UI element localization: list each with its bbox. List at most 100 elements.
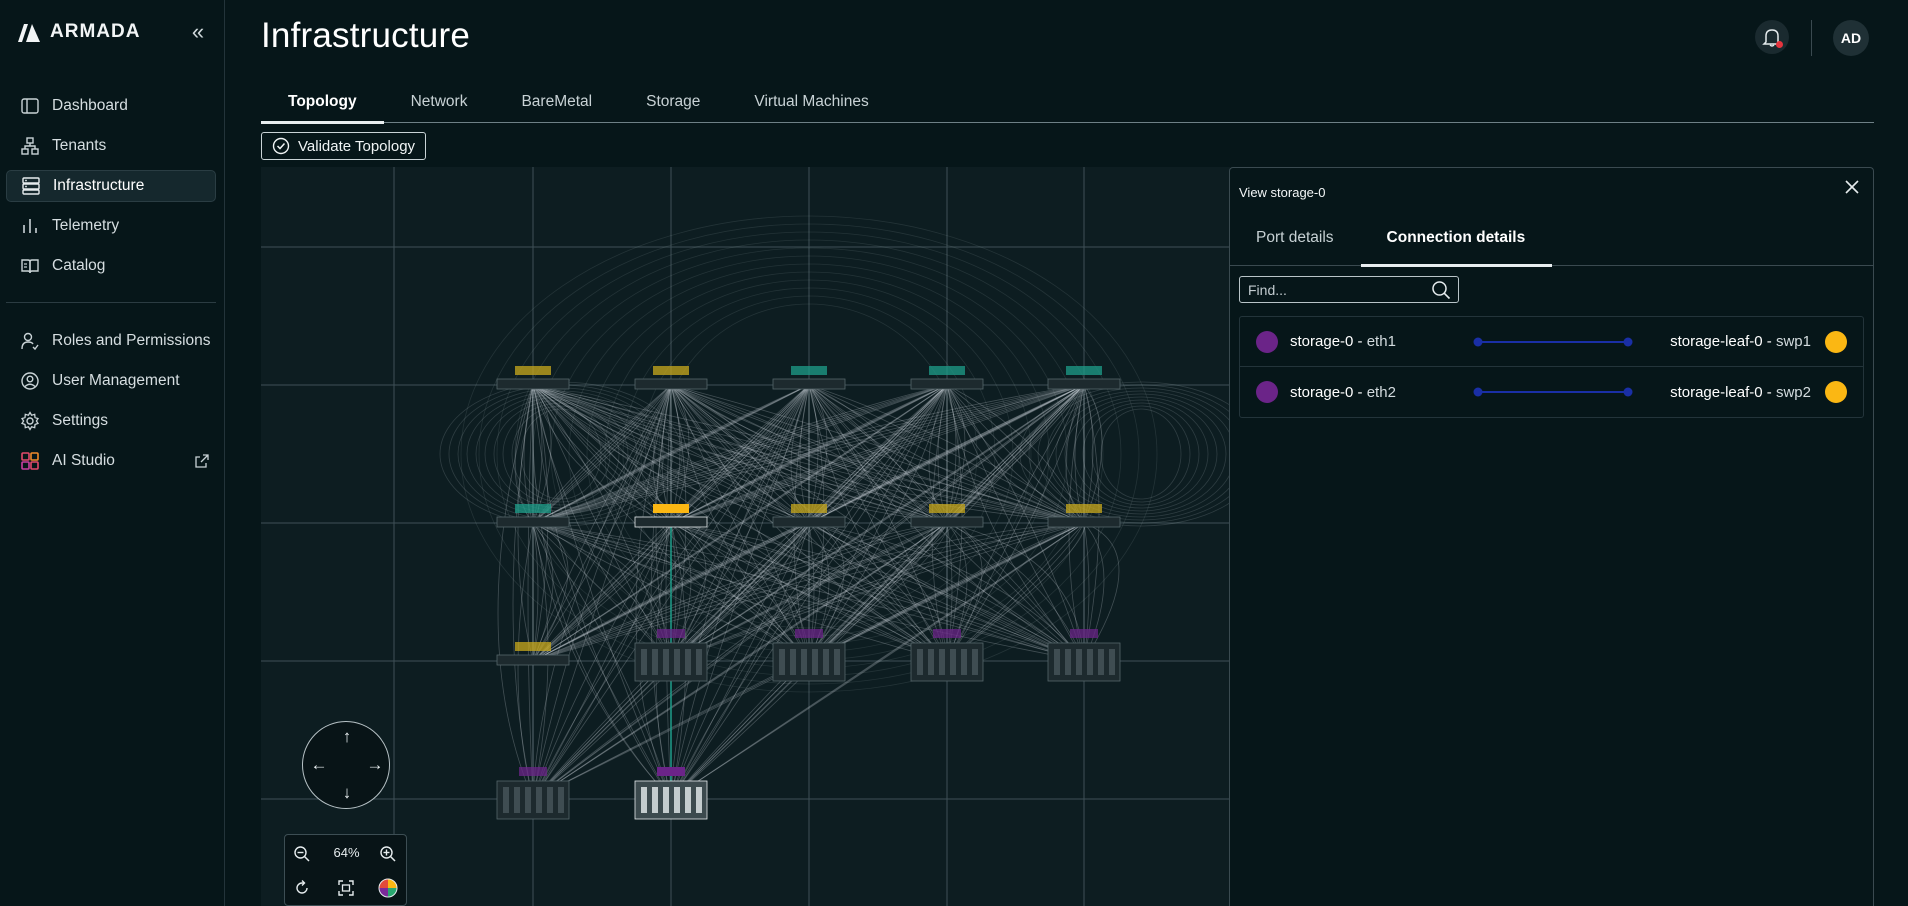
zoom-in-button[interactable] bbox=[377, 843, 399, 865]
search-icon[interactable] bbox=[1430, 279, 1452, 301]
server-node-bay bbox=[823, 649, 829, 675]
server-node-bay bbox=[641, 649, 647, 675]
server-node-bay bbox=[1098, 649, 1104, 675]
switch-node[interactable] bbox=[496, 516, 570, 528]
fit-view-button[interactable] bbox=[335, 877, 357, 899]
topology-loop bbox=[1091, 405, 1191, 503]
sidebar-item-label: Dashboard bbox=[52, 97, 128, 114]
validate-topology-label: Validate Topology bbox=[298, 137, 416, 155]
collapse-sidebar-button[interactable]: « bbox=[186, 20, 210, 44]
tab-connection-details[interactable]: Connection details bbox=[1360, 210, 1553, 267]
switch-node-label bbox=[515, 642, 551, 651]
pan-left-icon[interactable]: ← bbox=[309, 755, 329, 775]
sidebar-item-infrastructure[interactable]: Infrastructure bbox=[6, 170, 216, 202]
switch-node[interactable] bbox=[496, 654, 570, 666]
sidebar-divider bbox=[6, 302, 216, 303]
sidebar-item-dashboard[interactable]: Dashboard bbox=[6, 90, 216, 122]
switch-node[interactable] bbox=[634, 378, 708, 390]
switch-node[interactable] bbox=[910, 516, 984, 528]
server-node-bay bbox=[834, 649, 840, 675]
tab-network[interactable]: Network bbox=[384, 80, 495, 123]
switch-node-label bbox=[1066, 504, 1102, 513]
sidebar-nav: Dashboard Tenants Infrastructure Telemet… bbox=[6, 90, 216, 485]
server-node-bay bbox=[652, 649, 658, 675]
connection-row[interactable]: storage-0 - eth1 storage-leaf-0 - swp1 bbox=[1240, 317, 1863, 367]
server-node-label bbox=[519, 767, 547, 776]
switch-node[interactable] bbox=[1047, 378, 1121, 390]
sidebar-item-label: Tenants bbox=[52, 137, 107, 154]
infrastructure-icon bbox=[21, 176, 41, 196]
sidebar-item-label: Infrastructure bbox=[53, 177, 145, 194]
connection-destination: storage-leaf-0 - swp2 bbox=[1670, 383, 1811, 401]
sidebar-item-user-management[interactable]: User Management bbox=[6, 365, 216, 397]
pan-right-icon[interactable]: → bbox=[365, 755, 385, 775]
pan-down-icon[interactable]: ↓ bbox=[337, 783, 357, 803]
find-input[interactable] bbox=[1239, 276, 1459, 303]
destination-port: swp2 bbox=[1775, 383, 1811, 401]
close-panel-button[interactable] bbox=[1841, 178, 1863, 200]
notifications-button[interactable] bbox=[1755, 20, 1789, 54]
sidebar: ARMADA « Dashboard Tenants Infrastructur… bbox=[0, 0, 225, 906]
topology-edge bbox=[1083, 522, 1090, 662]
switch-node[interactable] bbox=[910, 378, 984, 390]
tab-virtual-machines[interactable]: Virtual Machines bbox=[727, 80, 895, 123]
pan-control: ↑ ← → ↓ bbox=[302, 721, 390, 809]
server-node-bay bbox=[779, 649, 785, 675]
avatar[interactable]: AD bbox=[1833, 20, 1869, 56]
armada-logo[interactable]: ARMADA bbox=[16, 20, 140, 44]
switch-node-label bbox=[653, 366, 689, 375]
sidebar-item-label: AI Studio bbox=[52, 452, 115, 469]
ai-studio-icon bbox=[20, 451, 40, 471]
zoom-out-button[interactable] bbox=[291, 843, 313, 865]
zoom-level: 64% bbox=[333, 845, 360, 860]
close-icon bbox=[1845, 180, 1859, 194]
topology-canvas[interactable] bbox=[261, 167, 1230, 906]
zoom-controls: 64% bbox=[284, 834, 407, 906]
switch-node[interactable] bbox=[1047, 516, 1121, 528]
switch-node-label bbox=[791, 504, 827, 513]
server-node-bay bbox=[674, 649, 680, 675]
sidebar-item-label: User Management bbox=[52, 372, 180, 389]
tab-port-details[interactable]: Port details bbox=[1230, 210, 1361, 266]
external-link-icon[interactable] bbox=[194, 453, 210, 469]
server-node-bay bbox=[525, 787, 531, 813]
sidebar-item-telemetry[interactable]: Telemetry bbox=[6, 210, 216, 242]
topology-graph[interactable] bbox=[261, 167, 1230, 906]
storage-leaf-node[interactable] bbox=[634, 516, 708, 528]
server-node-bay bbox=[939, 649, 945, 675]
switch-node[interactable] bbox=[772, 378, 846, 390]
pan-up-icon[interactable]: ↑ bbox=[337, 727, 357, 747]
server-node-bay bbox=[928, 649, 934, 675]
tab-topology[interactable]: Topology bbox=[261, 80, 384, 124]
storage-node-selected-bay bbox=[663, 787, 669, 813]
switch-node[interactable] bbox=[772, 516, 846, 528]
validate-topology-button[interactable]: Validate Topology bbox=[261, 132, 427, 160]
color-legend-button[interactable] bbox=[377, 877, 399, 899]
connection-link-icon bbox=[1473, 387, 1633, 397]
brand-name: ARMADA bbox=[50, 21, 141, 42]
server-node-label bbox=[1070, 629, 1098, 638]
topology-edge bbox=[532, 522, 672, 662]
sidebar-item-tenants[interactable]: Tenants bbox=[6, 130, 216, 162]
sidebar-item-catalog[interactable]: Catalog bbox=[6, 250, 216, 282]
source-node-dot bbox=[1256, 330, 1278, 353]
reset-view-button[interactable] bbox=[291, 877, 313, 899]
storage-node-selected-bay bbox=[696, 787, 702, 813]
sidebar-item-ai-studio[interactable]: AI Studio bbox=[6, 445, 216, 477]
topology-edge bbox=[946, 522, 1085, 662]
switch-node[interactable] bbox=[496, 378, 570, 390]
tab-baremetal[interactable]: BareMetal bbox=[494, 80, 619, 123]
tab-storage[interactable]: Storage bbox=[619, 80, 727, 123]
sidebar-item-settings[interactable]: Settings bbox=[6, 405, 216, 437]
server-node-bay bbox=[950, 649, 956, 675]
source-port: eth2 bbox=[1366, 383, 1396, 401]
roles-icon bbox=[20, 331, 40, 351]
sidebar-item-roles-and-permissions[interactable]: Roles and Permissions bbox=[6, 325, 216, 357]
switch-node-label bbox=[929, 366, 965, 375]
page-title: Infrastructure bbox=[261, 16, 470, 55]
destination-node-dot bbox=[1825, 330, 1847, 353]
connection-row[interactable]: storage-0 - eth2 storage-leaf-0 - swp2 bbox=[1240, 367, 1863, 417]
topology-loop bbox=[1055, 393, 1227, 515]
switch-node-label bbox=[929, 504, 965, 513]
connection-destination: storage-leaf-0 - swp1 bbox=[1670, 333, 1811, 350]
